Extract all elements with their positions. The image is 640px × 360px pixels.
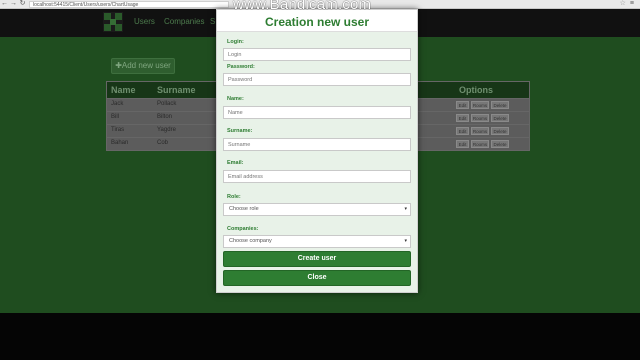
cell-name: Tiras [111,127,125,133]
forward-icon[interactable]: → [9,0,18,8]
companies-select-value: Choose company [229,238,272,244]
companies-select[interactable]: Choose company ▾ [223,235,411,248]
password-input[interactable] [223,73,411,86]
delete-button[interactable]: Delete [491,140,509,148]
rooms-button[interactable]: Rooms [471,114,489,122]
column-header-options: Options [459,85,493,95]
nav-link-users[interactable]: Users [134,17,155,26]
column-header-surname: Surname [157,85,196,95]
cell-name: Jack [111,101,124,107]
nav-link-partial[interactable]: S [210,17,215,26]
password-label: Password: [227,64,255,70]
page-footer [0,313,640,360]
nav-link-companies[interactable]: Companies [164,17,204,26]
browser-actions: ☆ ≡ [620,0,634,8]
companies-label: Companies: [227,226,259,232]
email-input[interactable] [223,170,411,183]
reload-icon[interactable]: ↻ [18,0,27,8]
role-label: Role: [227,194,241,200]
back-icon[interactable]: ← [0,0,9,8]
create-user-button[interactable]: Create user [223,251,411,267]
surname-label: Surname: [227,128,253,134]
rooms-button[interactable]: Rooms [471,127,489,135]
edit-button[interactable]: Edit [456,101,469,109]
modal-title: Creation new user [264,15,370,29]
bookmark-star-icon[interactable]: ☆ [620,0,626,8]
name-input[interactable] [223,106,411,119]
chevron-down-icon: ▾ [404,238,407,244]
edit-button[interactable]: Edit [456,140,469,148]
cell-name: Bahan [111,140,129,146]
surname-input[interactable] [223,138,411,151]
email-label: Email: [227,160,244,166]
app-logo-icon[interactable] [103,12,123,32]
cell-surname: Yagdre [157,127,176,133]
rooms-button[interactable]: Rooms [471,101,489,109]
cell-surname: Bilton [157,114,173,120]
login-label: Login: [227,39,244,45]
login-input[interactable] [223,48,411,61]
cell-name: Bill [111,114,120,120]
chevron-down-icon: ▾ [404,206,407,212]
close-button[interactable]: Close [223,270,411,286]
modal-header: Creation new user [217,10,417,32]
add-new-user-button[interactable]: ✚Add new user [111,58,175,74]
create-user-modal: Creation new user Login: Password: Name:… [216,9,418,293]
delete-button[interactable]: Delete [491,114,509,122]
bandicam-watermark: www.Bandicam.com [233,0,372,13]
name-label: Name: [227,96,244,102]
edit-button[interactable]: Edit [456,114,469,122]
column-header-name: Name [111,85,136,95]
role-select-value: Choose role [229,206,259,212]
cell-surname: Cob [157,140,169,146]
role-select[interactable]: Choose role ▾ [223,203,411,216]
delete-button[interactable]: Delete [491,127,509,135]
delete-button[interactable]: Delete [491,101,509,109]
address-bar[interactable]: localhost:54415/Client/Users/users/Chart… [29,0,229,8]
cell-surname: Pollack [157,101,177,107]
edit-button[interactable]: Edit [456,127,469,135]
browser-menu-icon[interactable]: ≡ [630,0,634,8]
rooms-button[interactable]: Rooms [471,140,489,148]
